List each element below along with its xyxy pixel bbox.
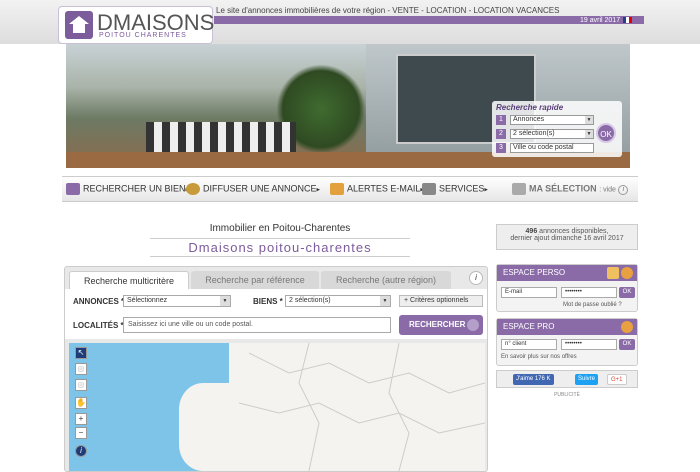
key-icon — [621, 321, 633, 333]
services-icon — [422, 183, 436, 195]
region-map[interactable]: ↖ ◎ ◎ ✋ + − i — [69, 343, 485, 471]
pointer-tool-icon[interactable]: ↖ — [75, 347, 87, 359]
chevron-down-icon: ▼ — [220, 296, 230, 306]
annonces-select[interactable]: Sélectionnez ▼ — [123, 295, 231, 307]
quick-row-biens[interactable]: 2 2 sélection(s) ▼ — [496, 129, 594, 139]
nav-services[interactable]: SERVICES▸ — [422, 183, 488, 195]
forgot-password-link[interactable]: Mot de passe oublié ? — [563, 302, 622, 308]
map-borders — [238, 343, 485, 471]
zoom-in-icon[interactable]: + — [75, 413, 87, 425]
tab-multicritere[interactable]: Recherche multicritère — [69, 271, 189, 289]
pro-ok-button[interactable]: OK — [619, 339, 635, 350]
page-title: Immobilier en Poitou-Charentes — [209, 223, 351, 234]
email-icon — [330, 183, 344, 195]
quick-row-number: 3 — [496, 143, 506, 153]
quick-row-number: 2 — [496, 129, 506, 139]
email-field[interactable]: E-mail — [501, 287, 557, 298]
tagline: Le site d'annonces immobilières de votre… — [216, 6, 560, 15]
tab-reference[interactable]: Recherche par référence — [191, 271, 319, 289]
publicite-label: PUBLICITÉ — [554, 392, 580, 398]
user-icon — [607, 267, 619, 279]
quick-search-title: Recherche rapide — [496, 103, 564, 112]
last-added: dernier ajout dimanche 16 avril 2017 — [510, 235, 624, 242]
facebook-like-button[interactable]: J'aime 176 K — [513, 374, 554, 385]
quick-ville-input[interactable]: Ville ou code postal — [510, 143, 594, 153]
house-icon — [66, 183, 80, 195]
rechercher-button[interactable]: RECHERCHER — [399, 315, 483, 335]
info-icon[interactable]: i — [469, 271, 483, 285]
perso-ok-button[interactable]: OK — [619, 287, 635, 298]
main-nav: RECHERCHER UN BIEN▸ DIFFUSER UNE ANNONCE… — [62, 176, 638, 202]
search-panel: Recherche multicritère Recherche par réf… — [64, 266, 488, 472]
twitter-follow-button[interactable]: Suivre — [575, 374, 599, 385]
chevron-down-icon: ▼ — [380, 296, 390, 306]
current-date: 19 avril 2017 — [580, 17, 621, 24]
tab-autre-region[interactable]: Recherche (autre région) — [321, 271, 451, 289]
nav-alertes[interactable]: ALERTES E-MAIL▸ — [330, 183, 424, 195]
french-flag-icon[interactable] — [623, 17, 633, 24]
chevron-down-icon: ▼ — [585, 116, 593, 124]
announcement-number: 496 — [525, 228, 538, 235]
key-icon — [621, 267, 633, 279]
map-info-icon[interactable]: i — [75, 445, 87, 457]
pan-tool-icon[interactable]: ◎ — [75, 363, 87, 375]
quick-row-ville[interactable]: 3 Ville ou code postal — [496, 143, 594, 153]
zoom-out-icon[interactable]: − — [75, 427, 87, 439]
chevron-down-icon: ▼ — [585, 130, 593, 138]
quick-ok-button[interactable]: OK — [596, 123, 616, 143]
quick-row-number: 1 — [496, 115, 506, 125]
megaphone-icon — [186, 183, 200, 195]
quick-search-panel: Recherche rapide 1 Annonces ▼ 2 2 sélecti… — [492, 101, 622, 157]
biens-label: BIENS * — [253, 297, 283, 306]
espace-pro-title: ESPACE PRO — [497, 319, 637, 335]
gplus-button[interactable]: G+1 — [607, 374, 627, 385]
quick-biens-select[interactable]: 2 sélection(s) ▼ — [510, 129, 594, 139]
criteres-optionnels-button[interactable]: + Critères optionnels — [399, 295, 483, 307]
search-form: ANNONCES * Sélectionnez ▼ BIENS * 2 sélec… — [65, 289, 487, 339]
offers-link[interactable]: En savoir plus sur nos offres — [501, 354, 577, 360]
hand-tool-icon[interactable]: ✋ — [75, 397, 87, 409]
nav-rechercher[interactable]: RECHERCHER UN BIEN▸ — [66, 183, 189, 195]
star-icon — [512, 183, 526, 195]
client-number-field[interactable]: n° client — [501, 339, 557, 350]
annonces-label: ANNONCES * — [73, 297, 125, 306]
password-field[interactable]: •••••••• — [561, 287, 617, 298]
logo-sub-text: POITOU CHARENTES — [99, 32, 187, 39]
page-subtitle: Dmaisons poitou-charentes — [150, 238, 410, 257]
check-icon — [467, 319, 479, 331]
date-line: 19 avril 2017 — [580, 17, 633, 24]
localites-label: LOCALITÉS * — [73, 321, 124, 330]
site-logo[interactable]: DMAISONS POITOU CHARENTES — [58, 6, 214, 44]
house-logo-icon — [65, 11, 93, 39]
quick-row-annonces[interactable]: 1 Annonces ▼ — [496, 115, 594, 125]
nav-selection[interactable]: MA SÉLECTION : vide i — [512, 183, 629, 196]
info-icon[interactable]: i — [618, 185, 629, 196]
social-bar: J'aime 176 K Suivre G+1 — [496, 370, 638, 388]
espace-perso-box: ESPACE PERSO E-mail •••••••• OK Mot de p… — [496, 264, 638, 312]
espace-pro-box: ESPACE PRO n° client •••••••• OK En savo… — [496, 318, 638, 366]
announcement-count: 496 annonces disponibles, dernier ajout … — [496, 224, 638, 250]
hero-sofa — [146, 122, 296, 152]
quick-annonces-select[interactable]: Annonces ▼ — [510, 115, 594, 125]
pro-password-field[interactable]: •••••••• — [561, 339, 617, 350]
localites-input[interactable]: Saisissez ici une ville ou un code posta… — [123, 317, 391, 333]
nav-diffuser[interactable]: DIFFUSER UNE ANNONCE▸ — [186, 183, 320, 195]
locate-tool-icon[interactable]: ◎ — [75, 379, 87, 391]
biens-select[interactable]: 2 sélection(s) ▼ — [285, 295, 391, 307]
